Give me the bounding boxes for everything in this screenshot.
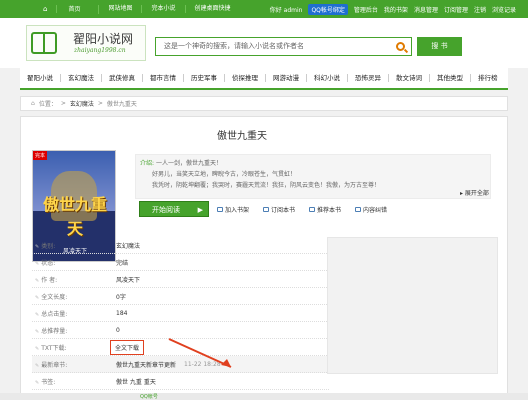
nav-item-other[interactable]: 其他类型 xyxy=(430,74,471,82)
subscribe-icon xyxy=(263,207,270,212)
nav-item-fantasy[interactable]: 玄幻魔法 xyxy=(61,74,102,82)
pencil-icon: ✎ xyxy=(35,345,40,352)
nav-item-home[interactable]: 翟阳小说 xyxy=(20,74,61,82)
full-download-link[interactable]: 全文下载 xyxy=(110,339,145,355)
header: 翟阳小说网 zhaiyang1998.cn 这是一个神奇的搜索，请输入小说名或作… xyxy=(0,18,528,68)
breadcrumb: ⌂ 位置： > 玄幻魔法 > 傲世九重天 xyxy=(20,96,508,111)
pencil-icon: ✎ xyxy=(35,362,40,369)
pencil-icon: ✎ xyxy=(35,328,40,335)
pencil-icon: ✎ xyxy=(35,379,40,386)
breadcrumb-location: 位置： xyxy=(38,101,57,108)
start-reading-button[interactable]: 开始阅读 ▶ xyxy=(139,201,209,217)
search-icon[interactable] xyxy=(396,42,405,51)
info-row-length: ✎ 全文长度: 0字 xyxy=(32,288,329,305)
pencil-icon: ✎ xyxy=(35,243,40,250)
breadcrumb-category[interactable]: 玄幻魔法 xyxy=(70,99,94,108)
subscriptions-link[interactable]: 订阅管理 xyxy=(444,5,468,14)
nav-item-wuxia[interactable]: 武侠修真 xyxy=(102,74,143,82)
footer-note[interactable]: QQ帐号 xyxy=(140,393,158,400)
location-icon: ⌂ xyxy=(31,100,35,107)
nav-item-scifi[interactable]: 科幻小说 xyxy=(307,74,348,82)
nav-item-ranking[interactable]: 排行榜 xyxy=(471,74,505,82)
add-bookshelf-button[interactable]: 加入书架 xyxy=(217,205,249,214)
topbar-sitemap[interactable]: 网站地图 xyxy=(99,5,143,13)
admin-link[interactable]: 管理后台 xyxy=(354,5,378,14)
topbar-home[interactable]: ⌂ 首页 xyxy=(25,4,100,14)
history-link[interactable]: 浏览记录 xyxy=(492,5,516,14)
info-row-category: ✎ 类别: 玄幻魔法 xyxy=(32,237,329,254)
breadcrumb-sep: > xyxy=(60,100,66,107)
search-button[interactable]: 搜 书 xyxy=(417,37,462,56)
nav-item-urban[interactable]: 都市言情 xyxy=(143,74,184,82)
search-placeholder: 这是一个神奇的搜索，请输入小说名或作者名 xyxy=(164,42,304,50)
pencil-icon: ✎ xyxy=(35,277,40,284)
bookshelf-icon xyxy=(217,207,223,212)
nav-item-game[interactable]: 网游动漫 xyxy=(266,74,307,82)
pencil-icon: ✎ xyxy=(35,260,40,267)
report-icon xyxy=(355,207,362,212)
info-row-clicks: ✎ 总点击量: 184 xyxy=(32,305,329,322)
home-icon: ⌂ xyxy=(34,4,58,13)
cover-tag: 完本 xyxy=(33,151,48,160)
search-input[interactable]: 这是一个神奇的搜索，请输入小说名或作者名 xyxy=(155,37,412,56)
annotation-arrow xyxy=(168,338,232,368)
subscribe-button[interactable]: 订阅本书 xyxy=(263,205,295,214)
logout-link[interactable]: 注销 xyxy=(474,5,486,14)
breadcrumb-current: 傲世九重天 xyxy=(106,101,137,108)
recommend-icon xyxy=(309,207,316,212)
main-nav: 翟阳小说 玄幻魔法 武侠修真 都市言情 历史军事 侦探推理 网游动漫 科幻小说 … xyxy=(20,68,508,90)
user-greeting: 你好 admin xyxy=(269,6,303,14)
intro-line: 一人一剑，傲世九重天！ xyxy=(155,160,222,167)
intro-label: 介绍: xyxy=(140,160,155,167)
side-panel xyxy=(327,237,498,374)
cover-title: 傲世九重天 xyxy=(42,195,107,238)
bookshelf-link[interactable]: 我的书架 xyxy=(384,5,408,14)
top-bar: ⌂ 首页 网站地图 完本小说 创建桌面快捷 你好 admin QQ帐号绑定 管理后… xyxy=(0,0,528,18)
book-title: 傲世九重天 xyxy=(217,131,267,142)
expand-intro-link[interactable]: ▸ 展开全部 xyxy=(460,188,489,197)
logo-name: 翟阳小说网 xyxy=(73,32,134,46)
nav-item-poetry[interactable]: 散文诗词 xyxy=(389,74,430,82)
play-arrow-icon: ▶ xyxy=(197,206,203,214)
footer-strip: QQ帐号 xyxy=(0,393,528,400)
nav-item-detective[interactable]: 侦探推理 xyxy=(225,74,266,82)
pencil-icon: ✎ xyxy=(35,311,40,318)
site-logo[interactable]: 翟阳小说网 zhaiyang1998.cn xyxy=(26,25,146,61)
info-row-author: ✎ 作 者: 风凌天下 xyxy=(32,271,329,288)
recommend-button[interactable]: 推荐本书 xyxy=(309,205,341,214)
nav-item-horror[interactable]: 恐怖灵异 xyxy=(348,74,389,82)
messages-link[interactable]: 消息管理 xyxy=(414,5,438,14)
logo-url: zhaiyang1998.cn xyxy=(74,47,126,54)
intro-line: 我凭时，阴乾坤翻覆；我哭时，赛霾天荒流！我狂，阴风云变色！我傲，为万古至尊！ xyxy=(152,182,381,189)
book-intro: 介绍: 一人一剑，傲世九重天！ 好男儿，当笑天立地，睥睨今古，冷眼苍生，气贯虹！… xyxy=(135,154,491,199)
book-actions: 加入书架 订阅本书 推荐本书 内容纠错 xyxy=(217,205,387,214)
book-icon xyxy=(31,32,57,54)
info-row-status: ✎ 状态: 完结 xyxy=(32,254,329,271)
intro-line: 好男儿，当笑天立地，睥睨今古，冷眼苍生，气贯虹！ xyxy=(152,171,297,178)
pencil-icon: ✎ xyxy=(35,294,40,301)
topbar-shortcut[interactable]: 创建桌面快捷 xyxy=(186,5,240,13)
report-error-button[interactable]: 内容纠错 xyxy=(355,205,387,214)
topbar-finished[interactable]: 完本小说 xyxy=(142,5,186,13)
qq-bind-badge[interactable]: QQ帐号绑定 xyxy=(308,3,348,15)
breadcrumb-sep: > xyxy=(97,100,103,107)
nav-item-history[interactable]: 历史军事 xyxy=(184,74,225,82)
book-detail: 傲世九重天 完本 傲世九重天 风凌天下 介绍: 一人一剑，傲世九重天！ 好男儿，… xyxy=(20,116,508,400)
